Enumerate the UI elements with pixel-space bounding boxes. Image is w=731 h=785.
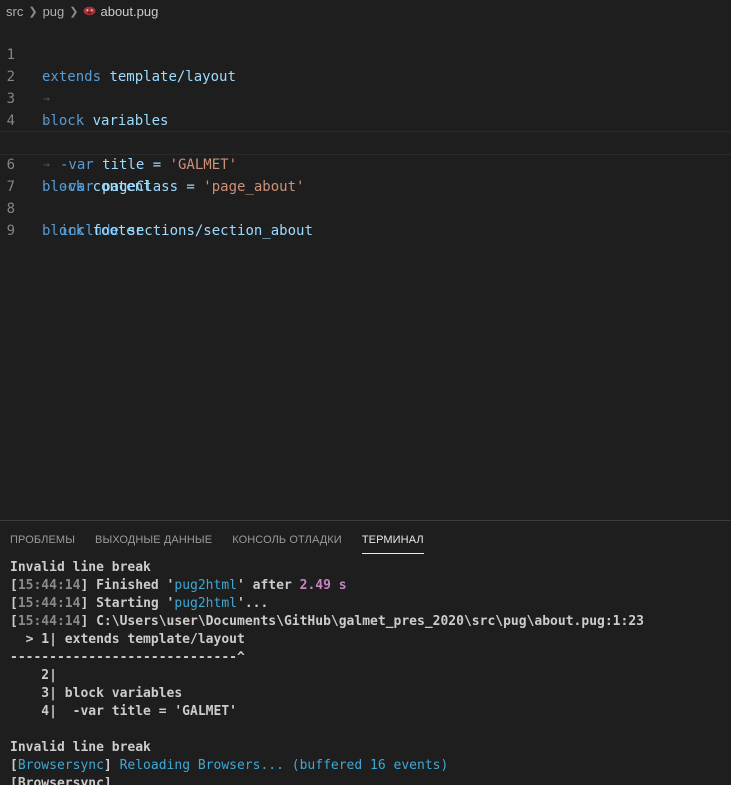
code-line[interactable]: 1 extends template/layout — [0, 22, 731, 85]
code-line[interactable]: 2 — [0, 44, 731, 85]
terminal-line: 4| -var title = 'GALMET' — [10, 704, 237, 719]
indent-arrow-icon: → — [43, 92, 50, 105]
log-text: '... — [237, 596, 269, 611]
terminal-line: [Browsersync] — [10, 776, 112, 785]
tab-terminal[interactable]: ТЕРМИНАЛ — [361, 528, 424, 554]
code-line[interactable]: 4 → -var title = 'GALMET' — [0, 88, 731, 173]
pug-file-icon — [83, 6, 96, 16]
line-number: 9 — [6, 223, 15, 239]
breadcrumb: src ❯ pug ❯ about.pug — [0, 0, 731, 22]
chevron-right-icon: ❯ — [28, 5, 38, 18]
bracket: ] — [103, 758, 112, 773]
terminal-line: [Browsersync] Reloading Browsers... (buf… — [10, 757, 731, 775]
indent-arrow-icon: → — [43, 158, 50, 171]
terminal-line: Invalid line break — [10, 560, 151, 575]
code-line[interactable]: 9 — [0, 198, 731, 239]
terminal-output[interactable]: Invalid line break [15:44:14] Finished '… — [0, 559, 731, 785]
bracket: [ — [10, 614, 18, 629]
code-line-current[interactable]: 6 block content — [0, 131, 731, 195]
error-path: C:\Users\user\Documents\GitHub\galmet_pr… — [88, 614, 644, 629]
terminal-line: -----------------------------^ — [10, 650, 245, 665]
breadcrumb-file[interactable]: about.pug — [100, 4, 158, 19]
tab-debug-console[interactable]: КОНСОЛЬ ОТЛАДКИ — [232, 528, 342, 552]
log-text: Starting ' — [88, 596, 175, 611]
terminal-line: Invalid line break — [10, 740, 151, 755]
terminal-line: [15:44:14] C:\Users\user\Documents\GitHu… — [10, 613, 731, 631]
breadcrumb-src[interactable]: src — [6, 4, 23, 19]
terminal-line: [15:44:14] Starting 'pug2html'... — [10, 595, 731, 613]
terminal-line: 3| block variables — [10, 686, 183, 701]
terminal-line: > 1| extends template/layout — [10, 632, 245, 647]
log-text: Finished ' — [88, 578, 175, 593]
timestamp: 15:44:14 — [17, 596, 81, 611]
duration: 2.49 s — [299, 578, 347, 593]
log-text: ' after — [237, 578, 300, 593]
tab-problems[interactable]: ПРОБЛЕМЫ — [10, 528, 75, 552]
terminal-line: 2| — [10, 668, 57, 683]
bracket: [ — [10, 596, 18, 611]
code-line[interactable]: 3 block variables — [0, 66, 731, 129]
identifier-token: footer — [84, 223, 144, 239]
log-text: Reloading Browsers... (buffered 16 event… — [111, 758, 449, 773]
browsersync-label: Browsersync — [17, 758, 104, 773]
timestamp: 15:44:14 — [17, 578, 81, 593]
code-text: block footer — [42, 220, 143, 242]
indent-arrow-icon: → — [43, 114, 50, 127]
panel-tabs: ПРОБЛЕМЫ ВЫХОДНЫЕ ДАННЫЕ КОНСОЛЬ ОТЛАДКИ… — [0, 521, 731, 559]
chevron-right-icon: ❯ — [69, 5, 79, 18]
code-editor[interactable]: 1 extends template/layout 2 3 block vari… — [0, 22, 731, 520]
path-token: sections/section_about — [119, 223, 313, 239]
code-line[interactable]: 5 → -var pageClass = 'page_about' — [0, 110, 731, 195]
code-line[interactable]: 7 → include sections/section_about — [0, 154, 731, 239]
bottom-panel: ПРОБЛЕМЫ ВЫХОДНЫЕ ДАННЫЕ КОНСОЛЬ ОТЛАДКИ… — [0, 520, 731, 785]
bracket: [ — [10, 758, 18, 773]
bracket: [ — [10, 578, 18, 593]
task-name: pug2html — [174, 596, 237, 611]
timestamp: 15:44:14 — [17, 614, 81, 629]
breadcrumb-pug[interactable]: pug — [43, 4, 65, 19]
code-line[interactable]: 8 block footer — [0, 176, 731, 239]
tab-output[interactable]: ВЫХОДНЫЕ ДАННЫЕ — [95, 528, 212, 552]
task-name: pug2html — [174, 578, 237, 593]
keyword-token: block — [42, 223, 85, 239]
terminal-line: [15:44:14] Finished 'pug2html' after 2.4… — [10, 577, 731, 595]
